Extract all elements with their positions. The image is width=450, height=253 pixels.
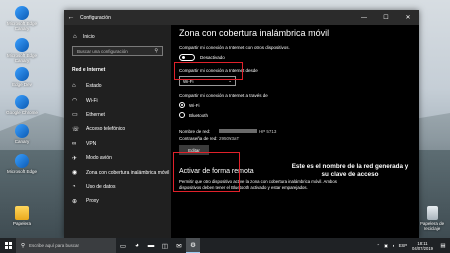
network-icon[interactable]: ▣: [384, 243, 388, 248]
password-label: Contraseña de red:: [179, 136, 218, 141]
taskbar: ⚲ Escribe aquí para buscar ▭ ◕ ▬ ◫ ✉ ⚙ ⌃…: [0, 238, 450, 253]
vpn-icon: ∞: [72, 140, 77, 147]
network-name-value: HP 5713: [259, 129, 277, 134]
clock-date: 04/07/2019: [412, 245, 433, 251]
network-name-label: Nombre de red:: [179, 129, 211, 134]
desktop-icon[interactable]: Papelera: [2, 206, 42, 226]
desktop-icon[interactable]: Edge Dev: [2, 67, 42, 87]
window-title: Configuración: [80, 14, 111, 21]
sidebar-item-home[interactable]: ⌂ Inicio: [64, 31, 171, 43]
search-icon: ⚲: [154, 48, 158, 54]
task-view-icon[interactable]: ▭: [116, 238, 130, 253]
desktop-icon[interactable]: Microsoft Edge Canary: [2, 6, 42, 31]
proxy-icon: ⊕: [72, 198, 78, 205]
main-content: Zona con cobertura inalámbrica móvil Com…: [171, 25, 419, 238]
chrome-canary-icon: [15, 124, 29, 138]
data-usage-icon: ◔: [72, 183, 76, 190]
sidebar-item-ethernet[interactable]: ▭ Ethernet: [64, 108, 171, 122]
taskbar-search[interactable]: ⚲ Escribe aquí para buscar: [16, 238, 116, 253]
recycle-bin-icon: [426, 206, 438, 220]
hotspot-icon: ◉: [72, 170, 78, 177]
store-taskbar-icon[interactable]: ◫: [158, 238, 172, 253]
phone-icon: ☏: [72, 126, 80, 133]
volume-icon[interactable]: ◖: [392, 243, 395, 248]
sidebar-section-title: Red e Internet: [72, 67, 106, 73]
sidebar-item-airplane[interactable]: ✈ Modo avión: [64, 151, 171, 165]
hotspot-toggle[interactable]: [179, 54, 195, 61]
desktop-icon[interactable]: Canary: [2, 124, 42, 144]
annotation-text: Este es el nombre de la red generada y s…: [291, 163, 409, 178]
airplane-icon: ✈: [72, 155, 78, 162]
network-name-row: Nombre de red: HP 5713: [179, 128, 419, 135]
close-button[interactable]: ✕: [397, 14, 419, 21]
radio-button[interactable]: [179, 102, 185, 108]
start-button[interactable]: [0, 242, 16, 249]
edge-taskbar-icon[interactable]: ◕: [130, 238, 144, 253]
sidebar-item-vpn[interactable]: ∞ VPN: [64, 137, 171, 151]
ethernet-icon: ▭: [72, 112, 78, 119]
clock[interactable]: 18:11 04/07/2019: [412, 241, 433, 251]
sidebar-item-estado[interactable]: ⌂ Estado: [64, 79, 171, 93]
desktop-icon[interactable]: Microsoft Edge: [2, 154, 42, 174]
settings-taskbar-icon[interactable]: ⚙: [186, 238, 200, 253]
sidebar-item-dialup[interactable]: ☏ Acceso telefónico: [64, 122, 171, 136]
mail-taskbar-icon[interactable]: ✉: [172, 238, 186, 253]
edge-dev-icon: [15, 67, 29, 81]
password-value: 2950¥3aT: [219, 136, 240, 141]
back-arrow-icon[interactable]: ←: [64, 14, 78, 21]
notification-icon[interactable]: ▤: [438, 243, 448, 249]
page-title: Zona con cobertura inalámbrica móvil: [179, 28, 330, 38]
search-icon: ⚲: [21, 242, 26, 249]
search-input[interactable]: Buscar una configuración ⚲: [72, 46, 163, 56]
title-bar: ← Configuración — ☐ ✕: [64, 10, 419, 25]
language-indicator[interactable]: ESP: [399, 243, 407, 248]
folder-taskbar-icon[interactable]: ▬: [144, 238, 158, 253]
network-info: Nombre de red: HP 5713 Contraseña de red…: [179, 128, 419, 155]
home-icon: ⌂: [73, 34, 77, 40]
desktop-icon[interactable]: Microsoft Edge Canary: [2, 38, 42, 63]
highlight-box-network: [173, 152, 240, 192]
wifi-icon: ◠: [72, 98, 78, 105]
hotspot-toggle-row[interactable]: Desactivado: [179, 54, 419, 61]
sidebar-item-hotspot[interactable]: ◉ Zona con cobertura inalámbrica móvil: [64, 165, 171, 179]
radio-wifi[interactable]: Wi-Fi: [179, 102, 419, 108]
system-tray: ⌃ ▣ ◖ ESP 18:11 04/07/2019 ▤: [375, 241, 450, 251]
sidebar-item-proxy[interactable]: ⊕ Proxy: [64, 194, 171, 208]
settings-window: ← Configuración — ☐ ✕ ⌂ Inicio Buscar un…: [64, 10, 419, 238]
search-placeholder: Buscar una configuración: [77, 48, 128, 54]
edge-canary-icon: [15, 38, 29, 52]
password-row: Contraseña de red: 2950¥3aT: [179, 135, 419, 142]
desktop-icon[interactable]: Google Chrome: [2, 95, 42, 115]
windows-logo-icon: [4, 242, 12, 249]
minimize-button[interactable]: —: [353, 15, 375, 21]
chrome-icon: [15, 95, 29, 109]
share-via-label: Compartir mi conexión a Internet a travé…: [179, 93, 268, 98]
edge-canary-icon: [15, 6, 29, 20]
sidebar-item-wifi[interactable]: ◠ Wi-Fi: [64, 93, 171, 107]
status-icon: ⌂: [72, 83, 76, 90]
radio-button[interactable]: [179, 112, 185, 118]
highlight-box-toggle: [174, 62, 243, 80]
folder-icon: [15, 206, 29, 220]
maximize-button[interactable]: ☐: [375, 14, 397, 21]
edge-icon: [15, 154, 29, 168]
toggle-state: Desactivado: [200, 55, 225, 60]
sidebar: ⌂ Inicio Buscar una configuración ⚲ Red …: [64, 25, 171, 238]
redaction-bar: [219, 129, 257, 133]
chevron-up-icon[interactable]: ⌃: [377, 243, 381, 248]
radio-bluetooth[interactable]: Bluetooth: [179, 112, 419, 118]
sidebar-item-data-usage[interactable]: ◔ Uso de datos: [64, 180, 171, 194]
